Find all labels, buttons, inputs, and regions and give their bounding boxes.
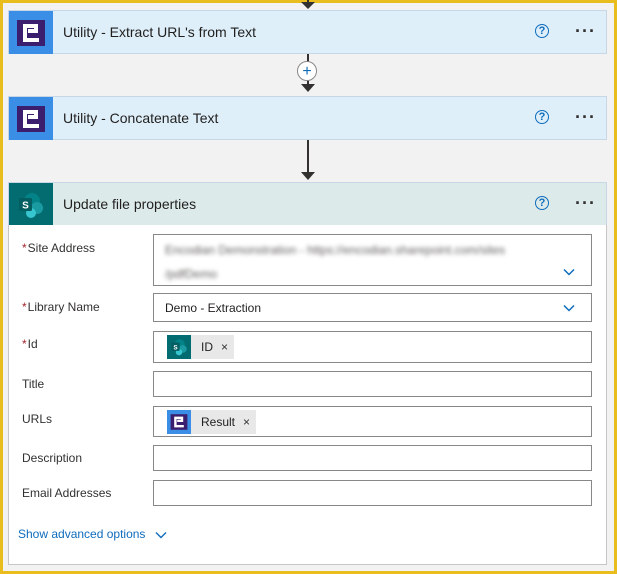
more-ellipsis-icon[interactable]: ··· [575,107,596,128]
token-label: Result [201,415,236,429]
help-circle-icon[interactable]: ? [535,110,549,124]
remove-token-icon[interactable]: × [243,415,250,429]
site-address-label: *Site Address [22,241,96,255]
update-file-properties-form: *Site Address Encodian Demonstration - h… [8,225,607,565]
site-address-dropdown[interactable]: Encodian Demonstration - https://encodia… [153,234,592,286]
more-ellipsis-icon[interactable]: ··· [575,193,596,214]
action-card-update-file-properties[interactable]: S Update file properties ? ··· [8,182,607,226]
dynamic-content-token-id[interactable]: S ID × [167,335,235,359]
more-ellipsis-icon[interactable]: ··· [575,21,596,42]
encodian-utility-icon [9,11,53,54]
show-advanced-options-link[interactable]: Show advanced options [18,527,167,541]
sharepoint-icon: S [9,183,53,226]
connector-arrow [301,172,315,180]
card-title: Update file properties [63,196,197,212]
remove-token-icon[interactable]: × [221,340,228,354]
urls-label: URLs [22,412,53,426]
library-name-value: Demo - Extraction [165,301,262,315]
chevron-down-icon[interactable] [563,266,575,278]
action-card-concatenate-text[interactable]: Utility - Concatenate Text ? ··· [8,96,607,140]
svg-text:S: S [173,344,178,351]
description-input[interactable] [153,445,592,471]
id-input[interactable]: S ID × [153,331,592,363]
token-label: ID [201,340,213,354]
description-label: Description [22,451,83,465]
card-title: Utility - Extract URL's from Text [63,24,256,40]
connector-arrow [301,2,315,9]
urls-input[interactable]: Result × [153,406,592,437]
title-label: Title [22,377,45,391]
sharepoint-icon: S [167,335,191,359]
site-address-value-cont: /pdfDemo [165,267,218,281]
encodian-utility-icon [167,410,191,434]
action-card-extract-urls[interactable]: Utility - Extract URL's from Text ? ··· [8,10,607,54]
help-circle-icon[interactable]: ? [535,196,549,210]
dynamic-content-token-result[interactable]: Result × [167,410,257,434]
connector-line [307,140,309,174]
email-addresses-label: Email Addresses [22,486,112,500]
chevron-down-icon[interactable] [563,302,575,314]
connector-arrow [301,84,315,92]
encodian-utility-icon [9,97,53,140]
title-input[interactable] [153,371,592,397]
email-addresses-input[interactable] [153,480,592,506]
library-name-dropdown[interactable]: Demo - Extraction [153,293,592,322]
help-circle-icon[interactable]: ? [535,24,549,38]
library-name-label: *Library Name [22,300,100,314]
card-title: Utility - Concatenate Text [63,110,219,126]
site-address-value: Encodian Demonstration - https://encodia… [165,243,506,257]
id-label: *Id [22,337,38,351]
add-step-button[interactable]: + [297,61,317,81]
svg-text:S: S [22,200,29,211]
chevron-down-icon [155,531,167,539]
